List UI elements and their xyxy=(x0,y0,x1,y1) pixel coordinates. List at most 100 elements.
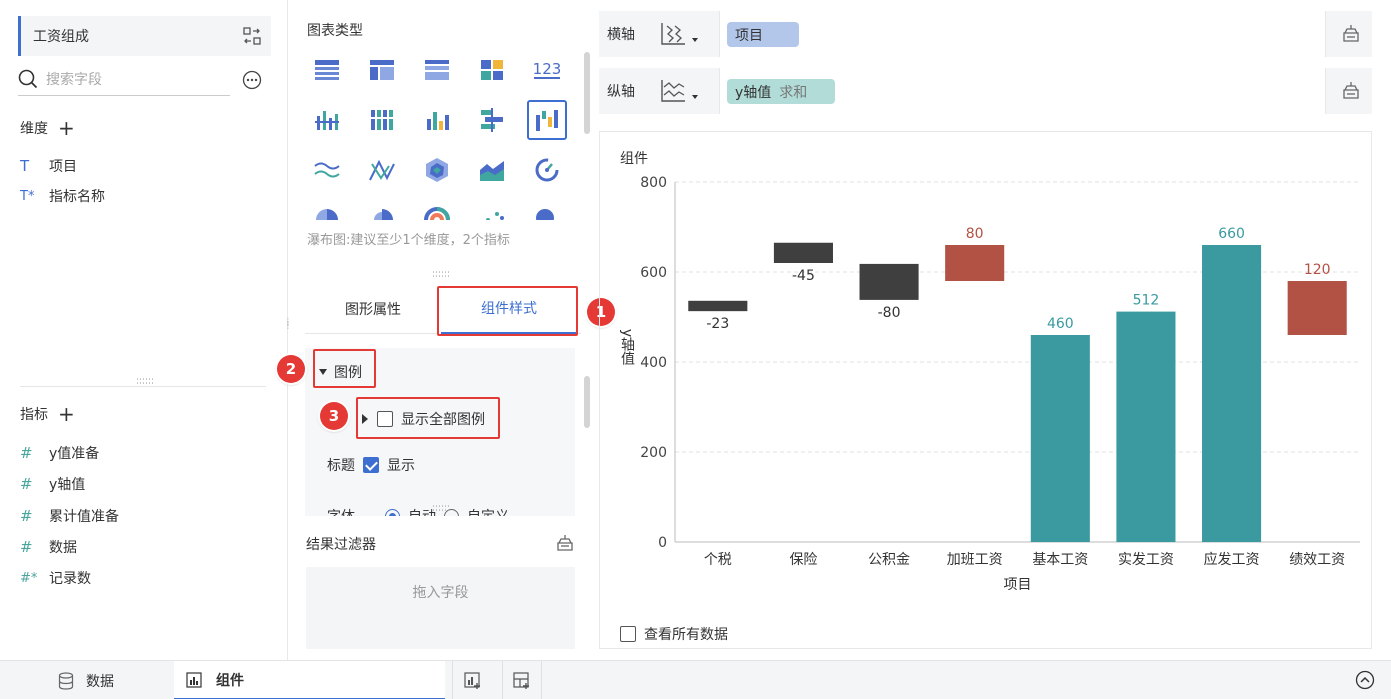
measure-item-2[interactable]: # 累计值准备 xyxy=(20,505,119,527)
font-auto-radio[interactable] xyxy=(385,508,400,516)
stacked-bar-icon[interactable] xyxy=(362,100,402,140)
tab-component[interactable]: 组件 xyxy=(174,661,445,699)
field-panel: 工资组成 搜索字段 维度 + T 项目 T* 指标名称 ⋯⋯ ⋯⋯ 指标 + #… xyxy=(0,0,288,660)
filter-icon[interactable] xyxy=(555,534,575,552)
dimension-title: 维度 xyxy=(20,121,48,137)
waterfall-bar xyxy=(1202,245,1262,542)
view-all-data-label: 查看所有数据 xyxy=(644,627,728,643)
add-measure-icon[interactable]: + xyxy=(58,404,75,424)
add-chart-icon xyxy=(463,671,480,689)
view-all-data-checkbox[interactable] xyxy=(620,626,636,642)
x-tick-label: 应发工资 xyxy=(1204,551,1260,568)
waterfall-icon[interactable] xyxy=(527,100,567,140)
measure-item-3[interactable]: # 数据 xyxy=(20,536,77,558)
dimension-label: 项目 xyxy=(49,159,77,175)
database-icon xyxy=(58,671,74,690)
switch-dataset-icon[interactable] xyxy=(243,27,261,45)
measure-item-4[interactable]: #* 记录数 xyxy=(20,567,91,589)
resize-grip[interactable]: ⋯⋯ ⋯⋯ xyxy=(136,376,154,389)
y-tick-label: 400 xyxy=(640,355,667,371)
add-dimension-icon[interactable]: + xyxy=(58,118,75,138)
chart-component-icon xyxy=(186,671,202,688)
annotation-box-1 xyxy=(437,286,578,336)
x-tick-label: 公积金 xyxy=(868,552,910,568)
x-axis-filter-icon[interactable] xyxy=(1340,24,1362,44)
tab-shape-properties[interactable]: 图形属性 xyxy=(305,284,441,334)
measure-label: y值准备 xyxy=(49,446,100,462)
dimension-item-0[interactable]: T 项目 xyxy=(20,155,77,177)
x-tick-label: 保险 xyxy=(789,552,817,568)
radar-icon[interactable] xyxy=(417,150,457,190)
dimension-section-title: 维度 + xyxy=(20,118,75,138)
tab-data-label: 数据 xyxy=(86,673,114,690)
chart-type-grid: 123 xyxy=(307,50,577,240)
measure-label: y轴值 xyxy=(49,477,86,493)
y-axis-aggregation: 求和 xyxy=(779,84,808,101)
chart-preview-card: 组件 0 200 400 600 800 -23 个税 -45 保险 -80 公积金 80 加班工资 46… xyxy=(599,131,1372,649)
number-icon[interactable]: 123 xyxy=(527,50,567,90)
x-axis-drop-zone[interactable]: 项目 xyxy=(719,11,1326,57)
cross-table-icon[interactable] xyxy=(362,50,402,90)
dataset-selector[interactable]: 工资组成 xyxy=(18,16,271,56)
font-custom-label: 自定义 xyxy=(467,506,509,516)
measure-item-1[interactable]: # y轴值 xyxy=(20,473,85,495)
x-axis-field-pill[interactable]: 项目 xyxy=(727,22,799,47)
style-scrollbar[interactable] xyxy=(584,376,590,428)
y-axis-filter-icon[interactable] xyxy=(1340,81,1362,101)
search-input[interactable]: 搜索字段 xyxy=(46,69,102,89)
annotation-badge-3: 3 xyxy=(320,402,348,430)
data-label: 80 xyxy=(966,226,984,242)
chart-card-title: 组件 xyxy=(620,151,648,167)
data-label: -80 xyxy=(878,305,901,321)
grouped-bar-icon[interactable] xyxy=(307,100,347,140)
search-icon xyxy=(18,69,38,88)
data-label: 660 xyxy=(1218,226,1245,242)
y-axis-type-icon[interactable] xyxy=(659,79,701,103)
x-axis-title: 项目 xyxy=(1004,577,1032,593)
range-bar-icon[interactable] xyxy=(472,100,512,140)
table-icon[interactable] xyxy=(307,50,347,90)
title-label: 标题 xyxy=(327,458,355,474)
number-field-icon: # xyxy=(20,475,33,493)
y-axis-field-pill[interactable]: y轴值 求和 xyxy=(727,79,835,104)
middle-resize-grip[interactable]: ⋯⋯ ⋯⋯ xyxy=(432,269,450,282)
title-show-checkbox[interactable] xyxy=(363,457,379,473)
radar-line-icon[interactable] xyxy=(362,150,402,190)
x-tick-label: 个税 xyxy=(704,552,732,568)
waterfall-bar xyxy=(1287,281,1347,335)
tab-component-label: 组件 xyxy=(216,672,244,689)
gauge-icon[interactable] xyxy=(527,150,567,190)
add-dashboard-button[interactable] xyxy=(502,661,542,699)
multi-bar-icon[interactable] xyxy=(417,100,457,140)
x-axis-label: 横轴 xyxy=(607,27,635,43)
derived-text-field-icon: T* xyxy=(20,188,35,204)
filter-resize-grip[interactable]: ⋯⋯ ⋯⋯ xyxy=(432,503,450,516)
waterfall-bar xyxy=(688,300,748,312)
waterfall-bar xyxy=(859,263,919,300)
y-axis-drop-zone[interactable]: y轴值 求和 xyxy=(719,68,1326,114)
area-icon[interactable] xyxy=(472,150,512,190)
add-component-button[interactable] xyxy=(452,661,492,699)
dimension-item-1[interactable]: T* 指标名称 xyxy=(20,185,105,207)
view-all-data-row[interactable]: 查看所有数据 xyxy=(620,624,728,644)
chart-type-title: 图表类型 xyxy=(307,23,363,39)
x-axis-type-icon[interactable] xyxy=(659,22,701,46)
collapse-panel-icon[interactable] xyxy=(1355,670,1375,690)
tab-data[interactable]: 数据 xyxy=(58,661,114,699)
dataset-name: 工资组成 xyxy=(33,29,89,45)
bottom-tab-bar: 数据 组件 xyxy=(0,660,1391,699)
bi-editor: 工资组成 搜索字段 维度 + T 项目 T* 指标名称 ⋯⋯ ⋯⋯ 指标 + #… xyxy=(0,0,1391,699)
measure-item-0[interactable]: # y值准备 xyxy=(20,442,99,464)
detail-table-icon[interactable] xyxy=(417,50,457,90)
filter-drop-zone[interactable]: 拖入字段 xyxy=(306,567,575,649)
measure-label: 累计值准备 xyxy=(49,509,119,525)
line-icon[interactable] xyxy=(307,150,347,190)
kpi-block-icon[interactable] xyxy=(472,50,512,90)
more-options-icon[interactable] xyxy=(242,70,262,90)
annotation-box-2 xyxy=(313,349,376,388)
field-search[interactable]: 搜索字段 xyxy=(18,62,230,96)
y-axis-label: 纵轴 xyxy=(607,84,635,100)
waterfall-bar xyxy=(1030,335,1090,542)
x-tick-label: 基本工资 xyxy=(1032,551,1088,568)
chart-type-scrollbar[interactable] xyxy=(584,52,590,134)
